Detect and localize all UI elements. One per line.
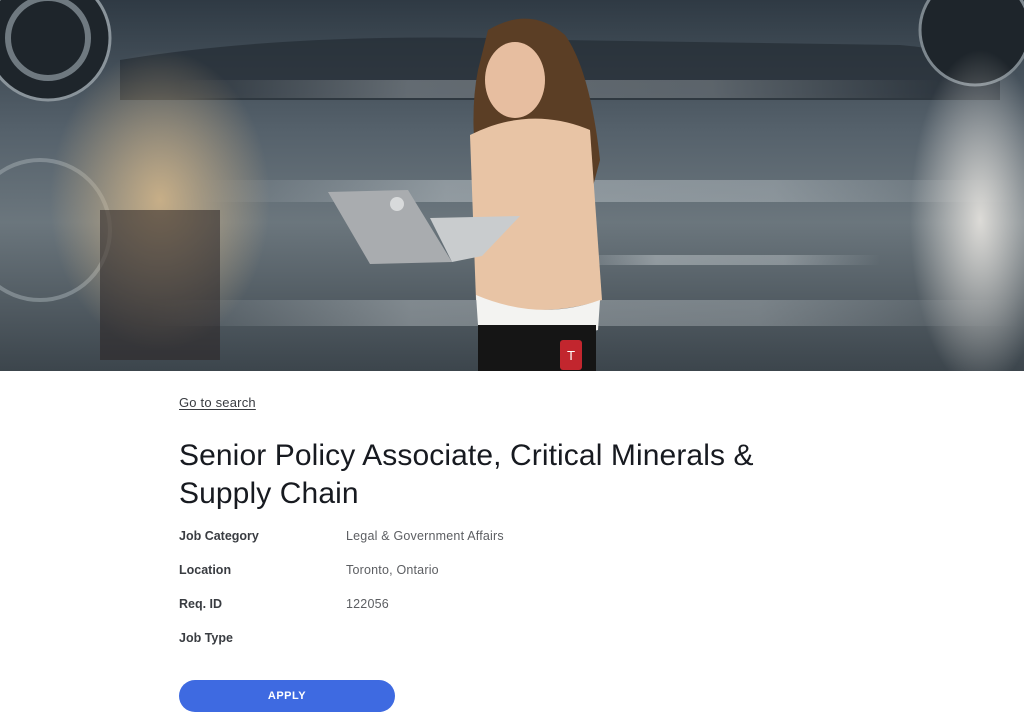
hero-illustration: T [0, 0, 1024, 371]
detail-value: 122056 [346, 597, 389, 611]
apply-button[interactable]: APPLY [179, 680, 395, 712]
detail-row-location: Location Toronto, Ontario [179, 561, 779, 595]
tesla-logo-badge: T [566, 349, 575, 363]
job-title: Senior Policy Associate, Critical Minera… [179, 439, 754, 510]
detail-row-job-category: Job Category Legal & Government Affairs [179, 527, 779, 561]
detail-label: Location [179, 563, 232, 577]
detail-row-req-id: Req. ID 122056 [179, 595, 779, 629]
detail-value: Legal & Government Affairs [346, 529, 504, 543]
hero-image: T [0, 0, 1024, 371]
detail-label: Job Category [179, 529, 259, 543]
job-details-list: Job Category Legal & Government Affairs … [179, 527, 779, 663]
detail-label: Job Type [179, 631, 233, 645]
go-to-search-link[interactable]: Go to search [179, 395, 256, 410]
detail-row-job-type: Job Type [179, 629, 779, 663]
detail-value: Toronto, Ontario [346, 563, 439, 577]
detail-label: Req. ID [179, 597, 223, 611]
